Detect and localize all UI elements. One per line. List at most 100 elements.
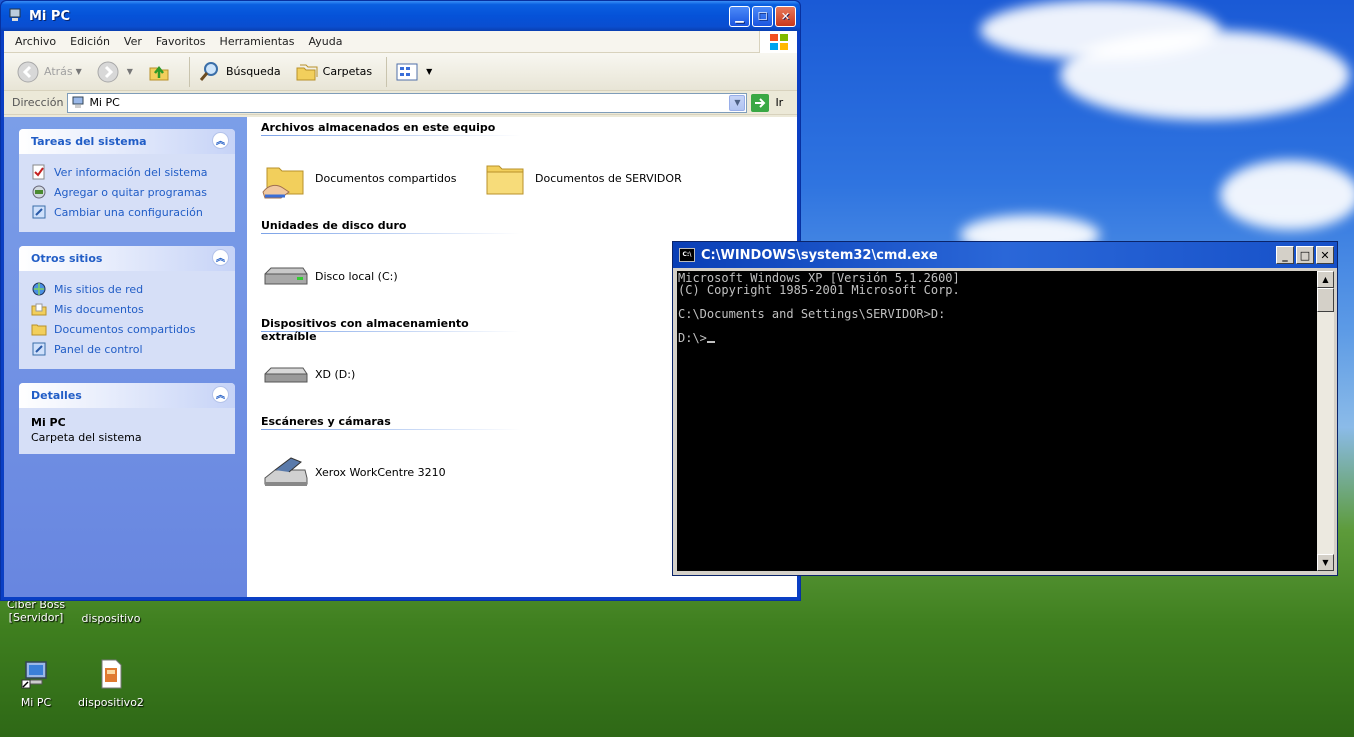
scroll-thumb[interactable] (1317, 288, 1334, 312)
address-dropdown-button[interactable]: ▼ (729, 94, 746, 111)
go-label: Ir (775, 96, 784, 109)
go-button[interactable]: Ir (751, 93, 784, 112)
collapse-button[interactable]: ︽ (212, 386, 229, 403)
scroll-up-button[interactable]: ▲ (1317, 271, 1334, 288)
explorer-titlebar[interactable]: Mi PC ▁ ☐ ✕ (1, 1, 800, 31)
panel-header[interactable]: Detalles ︽ (19, 383, 235, 408)
menu-ver[interactable]: Ver (117, 33, 149, 50)
close-icon: ✕ (1320, 248, 1330, 262)
console-line: (C) Copyright 1985-2001 Microsoft Corp. (678, 283, 960, 297)
panel-body: Mi PC Carpeta del sistema (19, 408, 235, 454)
panel-body: Ver información del sistema Agregar o qu… (19, 154, 235, 232)
panel-title: Tareas del sistema (31, 135, 147, 148)
place-link-network[interactable]: Mis sitios de red (31, 279, 225, 299)
collapse-button[interactable]: ︽ (212, 132, 229, 149)
menu-ayuda[interactable]: Ayuda (301, 33, 349, 50)
group-header: Unidades de disco duro (261, 219, 523, 235)
back-arrow-icon (17, 61, 39, 82)
scroll-down-button[interactable]: ▼ (1317, 554, 1334, 571)
add-remove-programs-icon (32, 185, 46, 199)
chevron-up-icon: ︽ (215, 254, 225, 264)
item-label: Xerox WorkCentre 3210 (315, 465, 446, 479)
up-folder-button[interactable] (143, 57, 179, 87)
dropdown-arrow-icon: ▼ (426, 67, 433, 76)
close-button[interactable]: ✕ (1316, 246, 1334, 264)
views-button[interactable]: ▼ (391, 57, 436, 87)
desktop-icon-mi-pc[interactable]: Mi PC (1, 658, 71, 709)
cloud (1060, 30, 1350, 120)
menu-favoritos[interactable]: Favoritos (149, 33, 213, 50)
item-label: XD (D:) (315, 367, 356, 381)
chevron-up-icon: ︽ (215, 137, 225, 147)
console-line: C:\Documents and Settings\SERVIDOR>D: (678, 307, 946, 321)
folders-icon (296, 64, 318, 80)
toolbar-separator (188, 56, 190, 87)
cmd-titlebar[interactable]: C:\ C:\WINDOWS\system32\cmd.exe _ □ ✕ (673, 242, 1337, 268)
cmd-icon: C:\ (679, 248, 695, 262)
toolbar-separator (386, 56, 388, 87)
task-link-system-info[interactable]: Ver información del sistema (31, 162, 225, 182)
folders-button[interactable]: Carpetas (291, 57, 376, 87)
place-link-control-panel[interactable]: Panel de control (31, 339, 225, 359)
network-places-icon (32, 282, 46, 296)
forward-button[interactable]: ▼ (92, 57, 137, 87)
file-icon (101, 659, 122, 689)
item-scanner[interactable]: Xerox WorkCentre 3210 (261, 448, 481, 496)
panel-title: Detalles (31, 389, 82, 402)
minimize-button[interactable]: ▁ (729, 5, 750, 27)
folder-icon (486, 165, 524, 195)
system-info-icon (32, 164, 45, 180)
item-label: Documentos de SERVIDOR (535, 171, 682, 185)
toolbar: Atrás ▼ ▼ Búsqueda Carpetas ▼ (4, 53, 797, 91)
close-icon: ✕ (780, 9, 791, 23)
link-label: Ver información del sistema (54, 165, 208, 179)
panel-header[interactable]: Otros sitios ︽ (19, 246, 235, 271)
menu-archivo[interactable]: Archivo (8, 33, 63, 50)
item-shared-documents[interactable]: Documentos compartidos (261, 154, 481, 202)
text-cursor (706, 341, 715, 343)
task-link-change-setting[interactable]: Cambiar una configuración (31, 202, 225, 222)
maximize-button[interactable]: ☐ (752, 5, 773, 27)
console-output[interactable]: Microsoft Windows XP [Versión 5.1.2600](… (677, 271, 1317, 571)
vertical-scrollbar[interactable]: ▲ ▼ (1317, 271, 1334, 571)
address-value: Mi PC (89, 96, 120, 109)
maximize-button[interactable]: □ (1296, 246, 1314, 264)
back-button[interactable]: Atrás ▼ (12, 57, 86, 87)
place-link-my-documents[interactable]: Mis documentos (31, 299, 225, 319)
search-button[interactable]: Búsqueda (194, 57, 285, 87)
menu-herramientas[interactable]: Herramientas (213, 33, 302, 50)
go-arrow-icon (751, 93, 770, 112)
link-label: Panel de control (54, 342, 143, 356)
item-servidor-documents[interactable]: Documentos de SERVIDOR (481, 154, 701, 202)
group-header: Escáneres y cámaras (261, 415, 523, 431)
group-header: Dispositivos con almacenamiento extraíbl… (261, 317, 523, 343)
control-panel-icon (32, 342, 46, 356)
chevron-down-icon: ▼ (1322, 558, 1329, 567)
place-link-shared-documents[interactable]: Documentos compartidos (31, 319, 225, 339)
panel-header[interactable]: Tareas del sistema ︽ (19, 129, 235, 154)
dropdown-arrow-icon: ▼ (75, 67, 82, 76)
collapse-button[interactable]: ︽ (212, 249, 229, 266)
desktop-icon-dispositivo[interactable]: dispositivo (76, 598, 146, 625)
task-pane: Tareas del sistema ︽ Ver información del… (4, 117, 247, 597)
computer-icon (21, 661, 47, 689)
desktop-icon-label: Ciber Boss [Servidor] (6, 598, 66, 624)
address-input[interactable]: Mi PC ▼ (67, 92, 748, 113)
details-panel: Detalles ︽ Mi PC Carpeta del sistema (19, 383, 235, 454)
menu-edicion[interactable]: Edición (63, 33, 117, 50)
task-link-add-remove-programs[interactable]: Agregar o quitar programas (31, 182, 225, 202)
computer-icon (72, 96, 84, 108)
scanner-icon (264, 457, 308, 486)
item-removable-drive-d[interactable]: XD (D:) (261, 350, 481, 398)
link-label: Agregar o quitar programas (54, 185, 208, 199)
other-places-panel: Otros sitios ︽ Mis sitios de red Mis doc… (19, 246, 235, 369)
window-title: Mi PC (29, 8, 70, 24)
link-label: Documentos compartidos (54, 322, 196, 336)
computer-icon (9, 8, 21, 21)
item-local-disk-c[interactable]: Disco local (C:) (261, 252, 481, 300)
desktop-icon-ciber-boss[interactable]: Ciber Boss [Servidor] (1, 598, 71, 624)
close-button[interactable]: ✕ (775, 5, 796, 27)
desktop-icon-dispositivo2[interactable]: dispositivo2 (76, 658, 146, 709)
minimize-button[interactable]: _ (1276, 246, 1294, 264)
